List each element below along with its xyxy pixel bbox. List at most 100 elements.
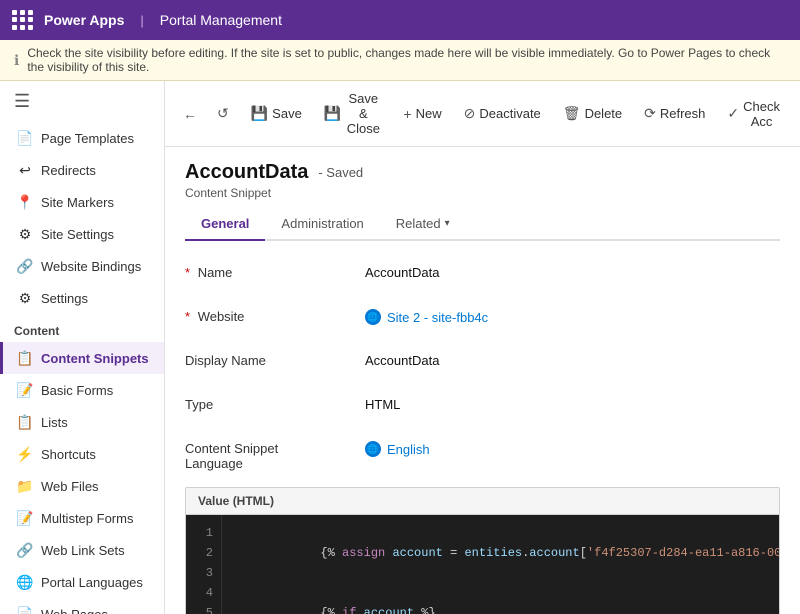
record-title-row: AccountData - Saved xyxy=(185,161,780,184)
app-name: Power Apps xyxy=(44,12,124,28)
form-section: * Name AccountData * Website 🌐 Site 2 - … xyxy=(165,241,800,471)
field-website-label: * Website xyxy=(185,305,365,324)
flag-icon: 🌐 xyxy=(365,441,381,457)
field-website: * Website 🌐 Site 2 - site-fbb4c xyxy=(185,305,780,333)
top-bar-separator: | xyxy=(140,13,143,28)
web-files-icon: 📁 xyxy=(17,478,33,494)
deactivate-button[interactable]: ⊘ Deactivate xyxy=(454,101,551,126)
sidebar-item-content-snippets[interactable]: 📋 Content Snippets xyxy=(0,342,164,374)
check-acc-icon: ✓ xyxy=(727,105,739,122)
content-area: ← ↺ 💾 Save 💾 Save & Close + New ⊘ Deacti… xyxy=(165,81,800,614)
sidebar-item-lists[interactable]: 📋 Lists xyxy=(0,406,164,438)
refresh-history-icon: ↺ xyxy=(217,105,229,122)
record-header: AccountData - Saved Content Snippet xyxy=(165,147,800,200)
line-num-1: 1 xyxy=(186,523,221,543)
code-lines[interactable]: {% assign account = entities.account['f4… xyxy=(222,515,779,614)
line-num-3: 3 xyxy=(186,563,221,583)
basic-forms-icon: 📝 xyxy=(17,382,33,398)
sidebar-item-site-settings[interactable]: ⚙ Site Settings xyxy=(0,218,164,250)
lists-icon: 📋 xyxy=(17,414,33,430)
main-layout: ☰ 📄 Page Templates ↩ Redirects 📍 Site Ma… xyxy=(0,81,800,614)
tab-related[interactable]: Related ▾ xyxy=(380,208,466,241)
grid-icon[interactable] xyxy=(12,10,32,30)
language-link[interactable]: 🌐 English xyxy=(365,441,430,457)
sidebar-item-website-bindings[interactable]: 🔗 Website Bindings xyxy=(0,250,164,282)
save-close-button[interactable]: 💾 Save & Close xyxy=(314,87,392,140)
field-language: Content SnippetLanguage 🌐 English xyxy=(185,437,780,471)
record-type: Content Snippet xyxy=(185,186,780,200)
sidebar-item-basic-forms[interactable]: 📝 Basic Forms xyxy=(0,374,164,406)
field-name: * Name AccountData xyxy=(185,261,780,289)
info-message: Check the site visibility before editing… xyxy=(27,46,786,74)
delete-button[interactable]: 🗑 Delete xyxy=(553,101,632,126)
code-body[interactable]: 1 2 3 4 5 6 {% assign account = entities… xyxy=(186,515,779,614)
sidebar-item-site-markers[interactable]: 📍 Site Markers xyxy=(0,186,164,218)
tab-general[interactable]: General xyxy=(185,208,265,241)
new-icon: + xyxy=(403,106,411,122)
code-editor: Value (HTML) 1 2 3 4 5 6 {% assign accou… xyxy=(185,487,780,614)
command-bar: ← ↺ 💾 Save 💾 Save & Close + New ⊘ Deacti… xyxy=(165,81,800,147)
globe-icon: 🌐 xyxy=(365,309,381,325)
redirects-icon: ↩ xyxy=(17,162,33,178)
tab-related-chevron: ▾ xyxy=(445,218,450,229)
sidebar-item-web-files[interactable]: 📁 Web Files xyxy=(0,470,164,502)
required-indicator: * xyxy=(185,309,190,324)
shortcuts-icon: ⚡ xyxy=(17,446,33,462)
tabs: General Administration Related ▾ xyxy=(185,208,780,241)
save-close-icon: 💾 xyxy=(324,105,341,122)
info-bar: ℹ Check the site visibility before editi… xyxy=(0,40,800,81)
tab-administration[interactable]: Administration xyxy=(265,208,379,241)
sidebar-menu-icon[interactable]: ☰ xyxy=(0,81,164,122)
website-link[interactable]: 🌐 Site 2 - site-fbb4c xyxy=(365,309,488,325)
refresh-icon: ⟳ xyxy=(644,105,656,122)
field-type: Type HTML xyxy=(185,393,780,421)
field-name-label: * Name xyxy=(185,261,365,280)
line-num-4: 4 xyxy=(186,583,221,603)
sidebar-item-shortcuts[interactable]: ⚡ Shortcuts xyxy=(0,438,164,470)
sidebar-item-web-pages[interactable]: 📄 Web Pages xyxy=(0,598,164,614)
code-line-1: {% assign account = entities.account['f4… xyxy=(234,523,779,583)
check-acc-button[interactable]: ✓ Check Acc xyxy=(717,95,790,133)
sidebar-item-redirects[interactable]: ↩ Redirects xyxy=(0,154,164,186)
new-button[interactable]: + New xyxy=(393,102,451,126)
field-display-name-value: AccountData xyxy=(365,349,439,368)
field-language-label: Content SnippetLanguage xyxy=(185,437,365,471)
portal-languages-icon: 🌐 xyxy=(17,574,33,590)
line-num-2: 2 xyxy=(186,543,221,563)
field-language-value: 🌐 English xyxy=(365,437,430,457)
info-icon: ℹ xyxy=(14,52,19,69)
content-section-label: Content xyxy=(0,314,164,342)
record-title: AccountData xyxy=(185,161,308,184)
field-type-value: HTML xyxy=(365,393,400,412)
site-markers-icon: 📍 xyxy=(17,194,33,210)
save-button[interactable]: 💾 Save xyxy=(241,101,312,126)
field-display-name: Display Name AccountData xyxy=(185,349,780,377)
code-line-2: {% if account %} xyxy=(234,583,779,614)
field-website-value: 🌐 Site 2 - site-fbb4c xyxy=(365,305,488,325)
website-bindings-icon: 🔗 xyxy=(17,258,33,274)
settings-icon: ⚙ xyxy=(17,290,33,306)
delete-icon: 🗑 xyxy=(563,105,581,122)
sidebar-item-settings[interactable]: ⚙ Settings xyxy=(0,282,164,314)
code-editor-header: Value (HTML) xyxy=(186,488,779,515)
top-bar: Power Apps | Portal Management xyxy=(0,0,800,40)
sidebar-item-portal-languages[interactable]: 🌐 Portal Languages xyxy=(0,566,164,598)
line-numbers: 1 2 3 4 5 6 xyxy=(186,515,222,614)
refresh-button[interactable]: ⟳ Refresh xyxy=(634,101,715,126)
site-settings-icon: ⚙ xyxy=(17,226,33,242)
back-icon: ← xyxy=(183,106,197,122)
sidebar-item-multistep-forms[interactable]: 📝 Multistep Forms xyxy=(0,502,164,534)
save-icon: 💾 xyxy=(251,105,268,122)
content-snippets-icon: 📋 xyxy=(17,350,33,366)
field-display-name-label: Display Name xyxy=(185,349,365,368)
refresh-history-button[interactable]: ↺ xyxy=(207,101,239,126)
sidebar-item-web-link-sets[interactable]: 🔗 Web Link Sets xyxy=(0,534,164,566)
page-templates-icon: 📄 xyxy=(17,130,33,146)
deactivate-icon: ⊘ xyxy=(464,105,476,122)
web-link-sets-icon: 🔗 xyxy=(17,542,33,558)
web-pages-icon: 📄 xyxy=(17,606,33,614)
back-button[interactable]: ← xyxy=(175,102,205,126)
field-type-label: Type xyxy=(185,393,365,412)
sidebar: ☰ 📄 Page Templates ↩ Redirects 📍 Site Ma… xyxy=(0,81,165,614)
sidebar-item-page-templates[interactable]: 📄 Page Templates xyxy=(0,122,164,154)
